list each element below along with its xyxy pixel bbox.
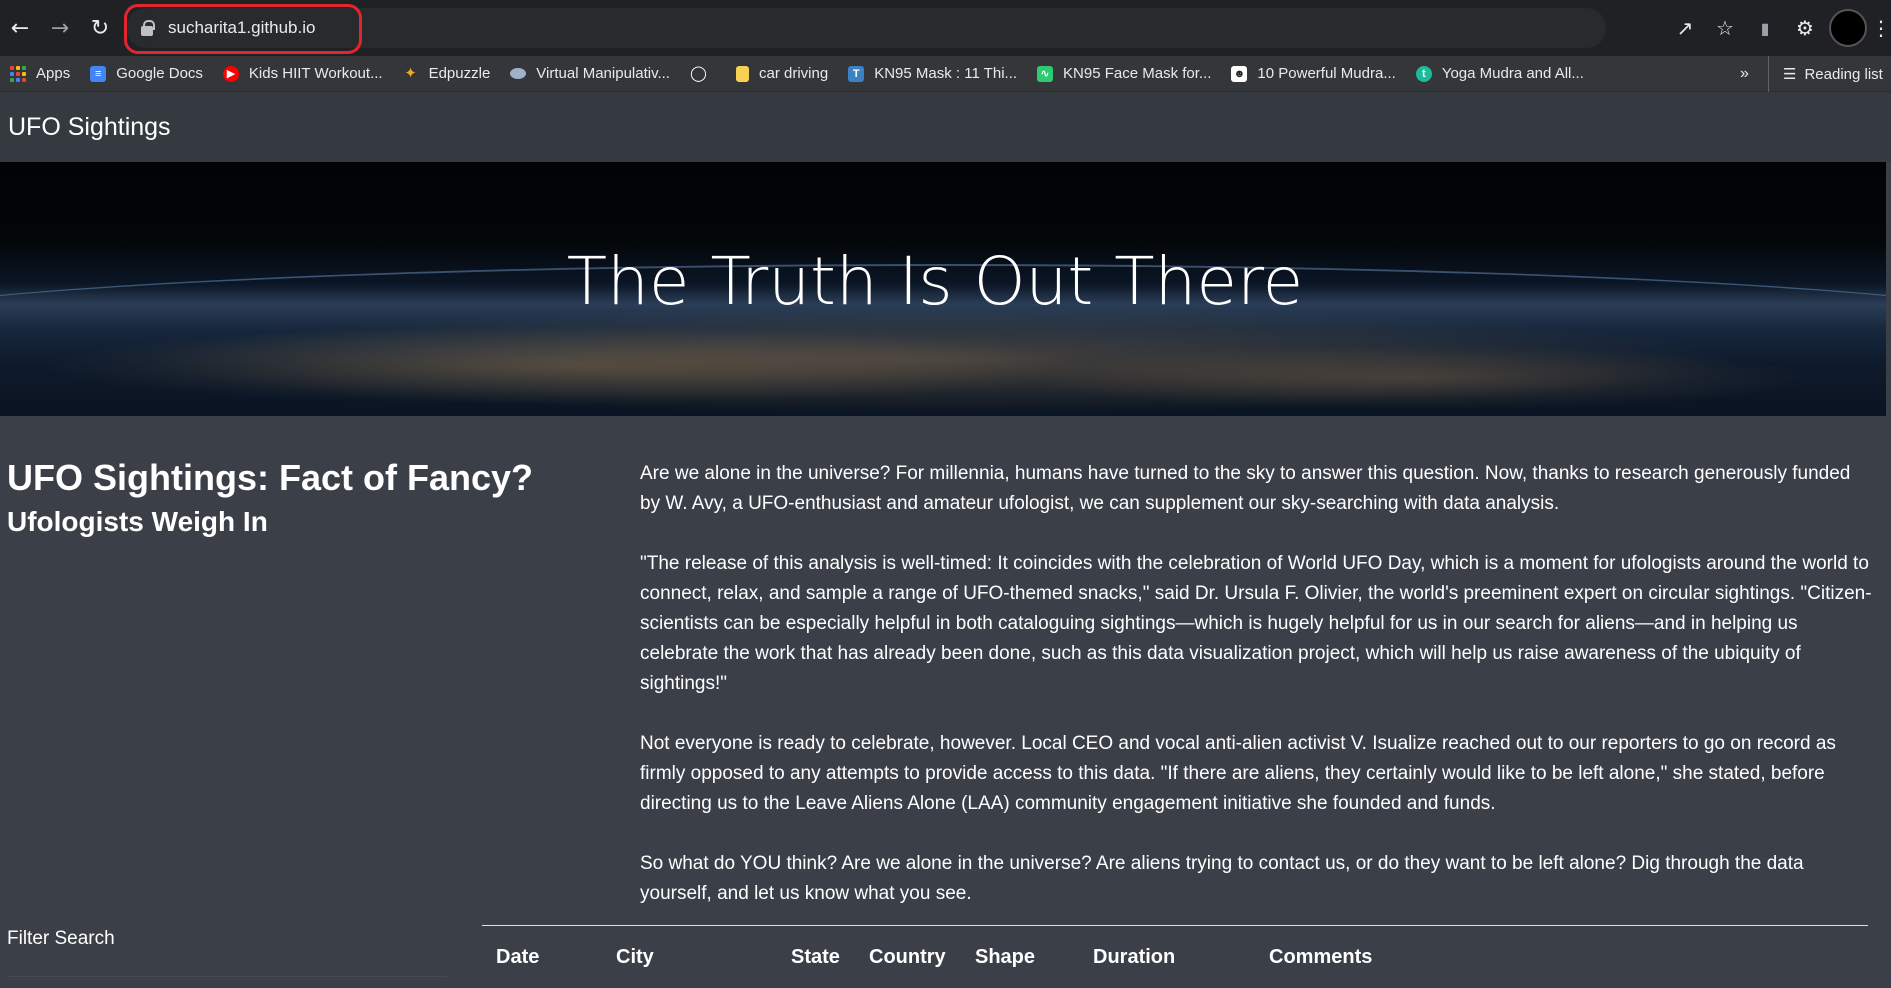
filter-divider (7, 976, 447, 977)
youtube-icon: ▶ (222, 65, 239, 82)
lock-icon[interactable] (140, 20, 155, 36)
article-heading-column: UFO Sightings: Fact of Fancy? Ufologists… (7, 454, 607, 542)
navbar-brand-link[interactable]: UFO Sightings (8, 113, 171, 142)
column-header-city: City (616, 945, 654, 968)
article-paragraph: Are we alone in the universe? For millen… (640, 463, 1851, 514)
avatar[interactable] (1829, 9, 1867, 47)
bookmark-label: 10 Powerful Mudra... (1257, 65, 1396, 82)
page-subheadline: Ufologists Weigh In (7, 506, 268, 537)
bookmark-kn95-face-mask[interactable]: ∿ KN95 Face Mask for... (1027, 56, 1221, 92)
hero-title: The Truth Is Out There (566, 242, 1304, 320)
apps-grid-icon (10, 65, 26, 82)
bookmark-yoga-mudra[interactable]: t Yoga Mudra and All... (1406, 56, 1594, 92)
manipulatives-icon (510, 68, 527, 79)
puzzle-icon[interactable]: ⚙ (1785, 8, 1825, 48)
pulse-icon: ∿ (1037, 65, 1054, 82)
edpuzzle-icon: ✦ (404, 64, 417, 82)
column-header-shape: Shape (975, 945, 1036, 968)
bookmark-globe[interactable]: ◯ (680, 56, 726, 92)
bookmark-label: Edpuzzle (428, 65, 491, 82)
reading-list-label: Reading list (1804, 65, 1883, 83)
bookmark-label: KN95 Mask : 11 Thi... (874, 65, 1018, 82)
column-header-comments: Comments (1269, 945, 1373, 968)
page-headline: UFO Sightings: Fact of Fancy? (7, 457, 534, 498)
reading-list-button[interactable]: ☰ Reading list (1768, 56, 1883, 92)
bookmark-label: KN95 Face Mask for... (1063, 65, 1212, 82)
bookmark-label: Virtual Manipulativ... (536, 65, 670, 82)
url-text[interactable]: sucharita1.github.io (168, 18, 315, 38)
folder-icon (735, 65, 749, 82)
browser-toolbar: ← → ↻ sucharita1.github.io ↗ ☆ ▮ ⚙ ⋮ (0, 0, 1891, 56)
column-header-state: State (791, 945, 840, 968)
article-paragraph: Not everyone is ready to celebrate, howe… (640, 733, 1836, 814)
bookmark-mudra[interactable]: ☻ 10 Powerful Mudra... (1221, 56, 1405, 92)
bookmark-car-driving[interactable]: car driving (726, 56, 838, 92)
ufo-table: Date City State Country Shape Duration C… (482, 926, 1555, 988)
article-body: Are we alone in the universe? For millen… (640, 459, 1875, 939)
table-header-row: Date City State Country Shape Duration C… (482, 926, 1555, 988)
article-paragraph: "The release of this analysis is well-ti… (640, 553, 1872, 694)
bookmarks-overflow-button[interactable]: » (1740, 56, 1749, 92)
bookmark-apps[interactable]: Apps (0, 56, 80, 92)
filter-search-heading: Filter Search (7, 928, 115, 949)
bookmark-kn95-mask[interactable]: T KN95 Mask : 11 Thi... (838, 56, 1027, 92)
site-navbar: UFO Sightings (0, 92, 1891, 162)
google-docs-icon: ≡ (90, 65, 107, 82)
toolbar-actions: ↗ ☆ ▮ ⚙ ⋮ (1665, 0, 1891, 56)
bookmark-label: car driving (758, 65, 829, 82)
column-header-date: Date (496, 945, 540, 968)
hero-banner: The Truth Is Out There (0, 162, 1886, 416)
bookmarks-bar: Apps ≡ Google Docs ▶ Kids HIIT Workout..… (0, 56, 1891, 92)
mudra-icon: ☻ (1231, 65, 1248, 82)
column-header-duration: Duration (1093, 945, 1176, 968)
kebab-menu-icon[interactable]: ⋮ (1871, 8, 1891, 48)
star-icon[interactable]: ☆ (1705, 8, 1745, 48)
bookmark-kids-hiit[interactable]: ▶ Kids HIIT Workout... (213, 56, 393, 92)
column-header-country: Country (869, 945, 946, 968)
reading-list-icon: ☰ (1783, 65, 1797, 83)
article-paragraph: So what do YOU think? Are we alone in th… (640, 853, 1804, 904)
kn95-icon: T (848, 65, 865, 82)
arrow-right-icon[interactable]: → (40, 8, 80, 48)
bookmark-label: Kids HIIT Workout... (248, 65, 383, 82)
yoga-icon: t (1415, 65, 1432, 82)
share-icon[interactable]: ↗ (1665, 8, 1705, 48)
extension-icon[interactable]: ▮ (1745, 8, 1785, 48)
bookmark-label: Google Docs (116, 65, 203, 82)
arrow-left-icon[interactable]: ← (0, 8, 40, 48)
sightings-table: Date City State Country Shape Duration C… (482, 925, 1868, 988)
reload-icon[interactable]: ↻ (80, 8, 120, 48)
bookmark-label: Apps (36, 65, 71, 82)
bookmark-edpuzzle[interactable]: ✦ Edpuzzle (393, 56, 501, 92)
globe-icon: ◯ (689, 64, 707, 82)
bookmark-google-docs[interactable]: ≡ Google Docs (80, 56, 213, 92)
bookmark-label: Yoga Mudra and All... (1441, 65, 1584, 82)
bookmark-virtual-manipulatives[interactable]: Virtual Manipulativ... (500, 56, 680, 92)
address-bar[interactable]: sucharita1.github.io (126, 8, 1606, 48)
